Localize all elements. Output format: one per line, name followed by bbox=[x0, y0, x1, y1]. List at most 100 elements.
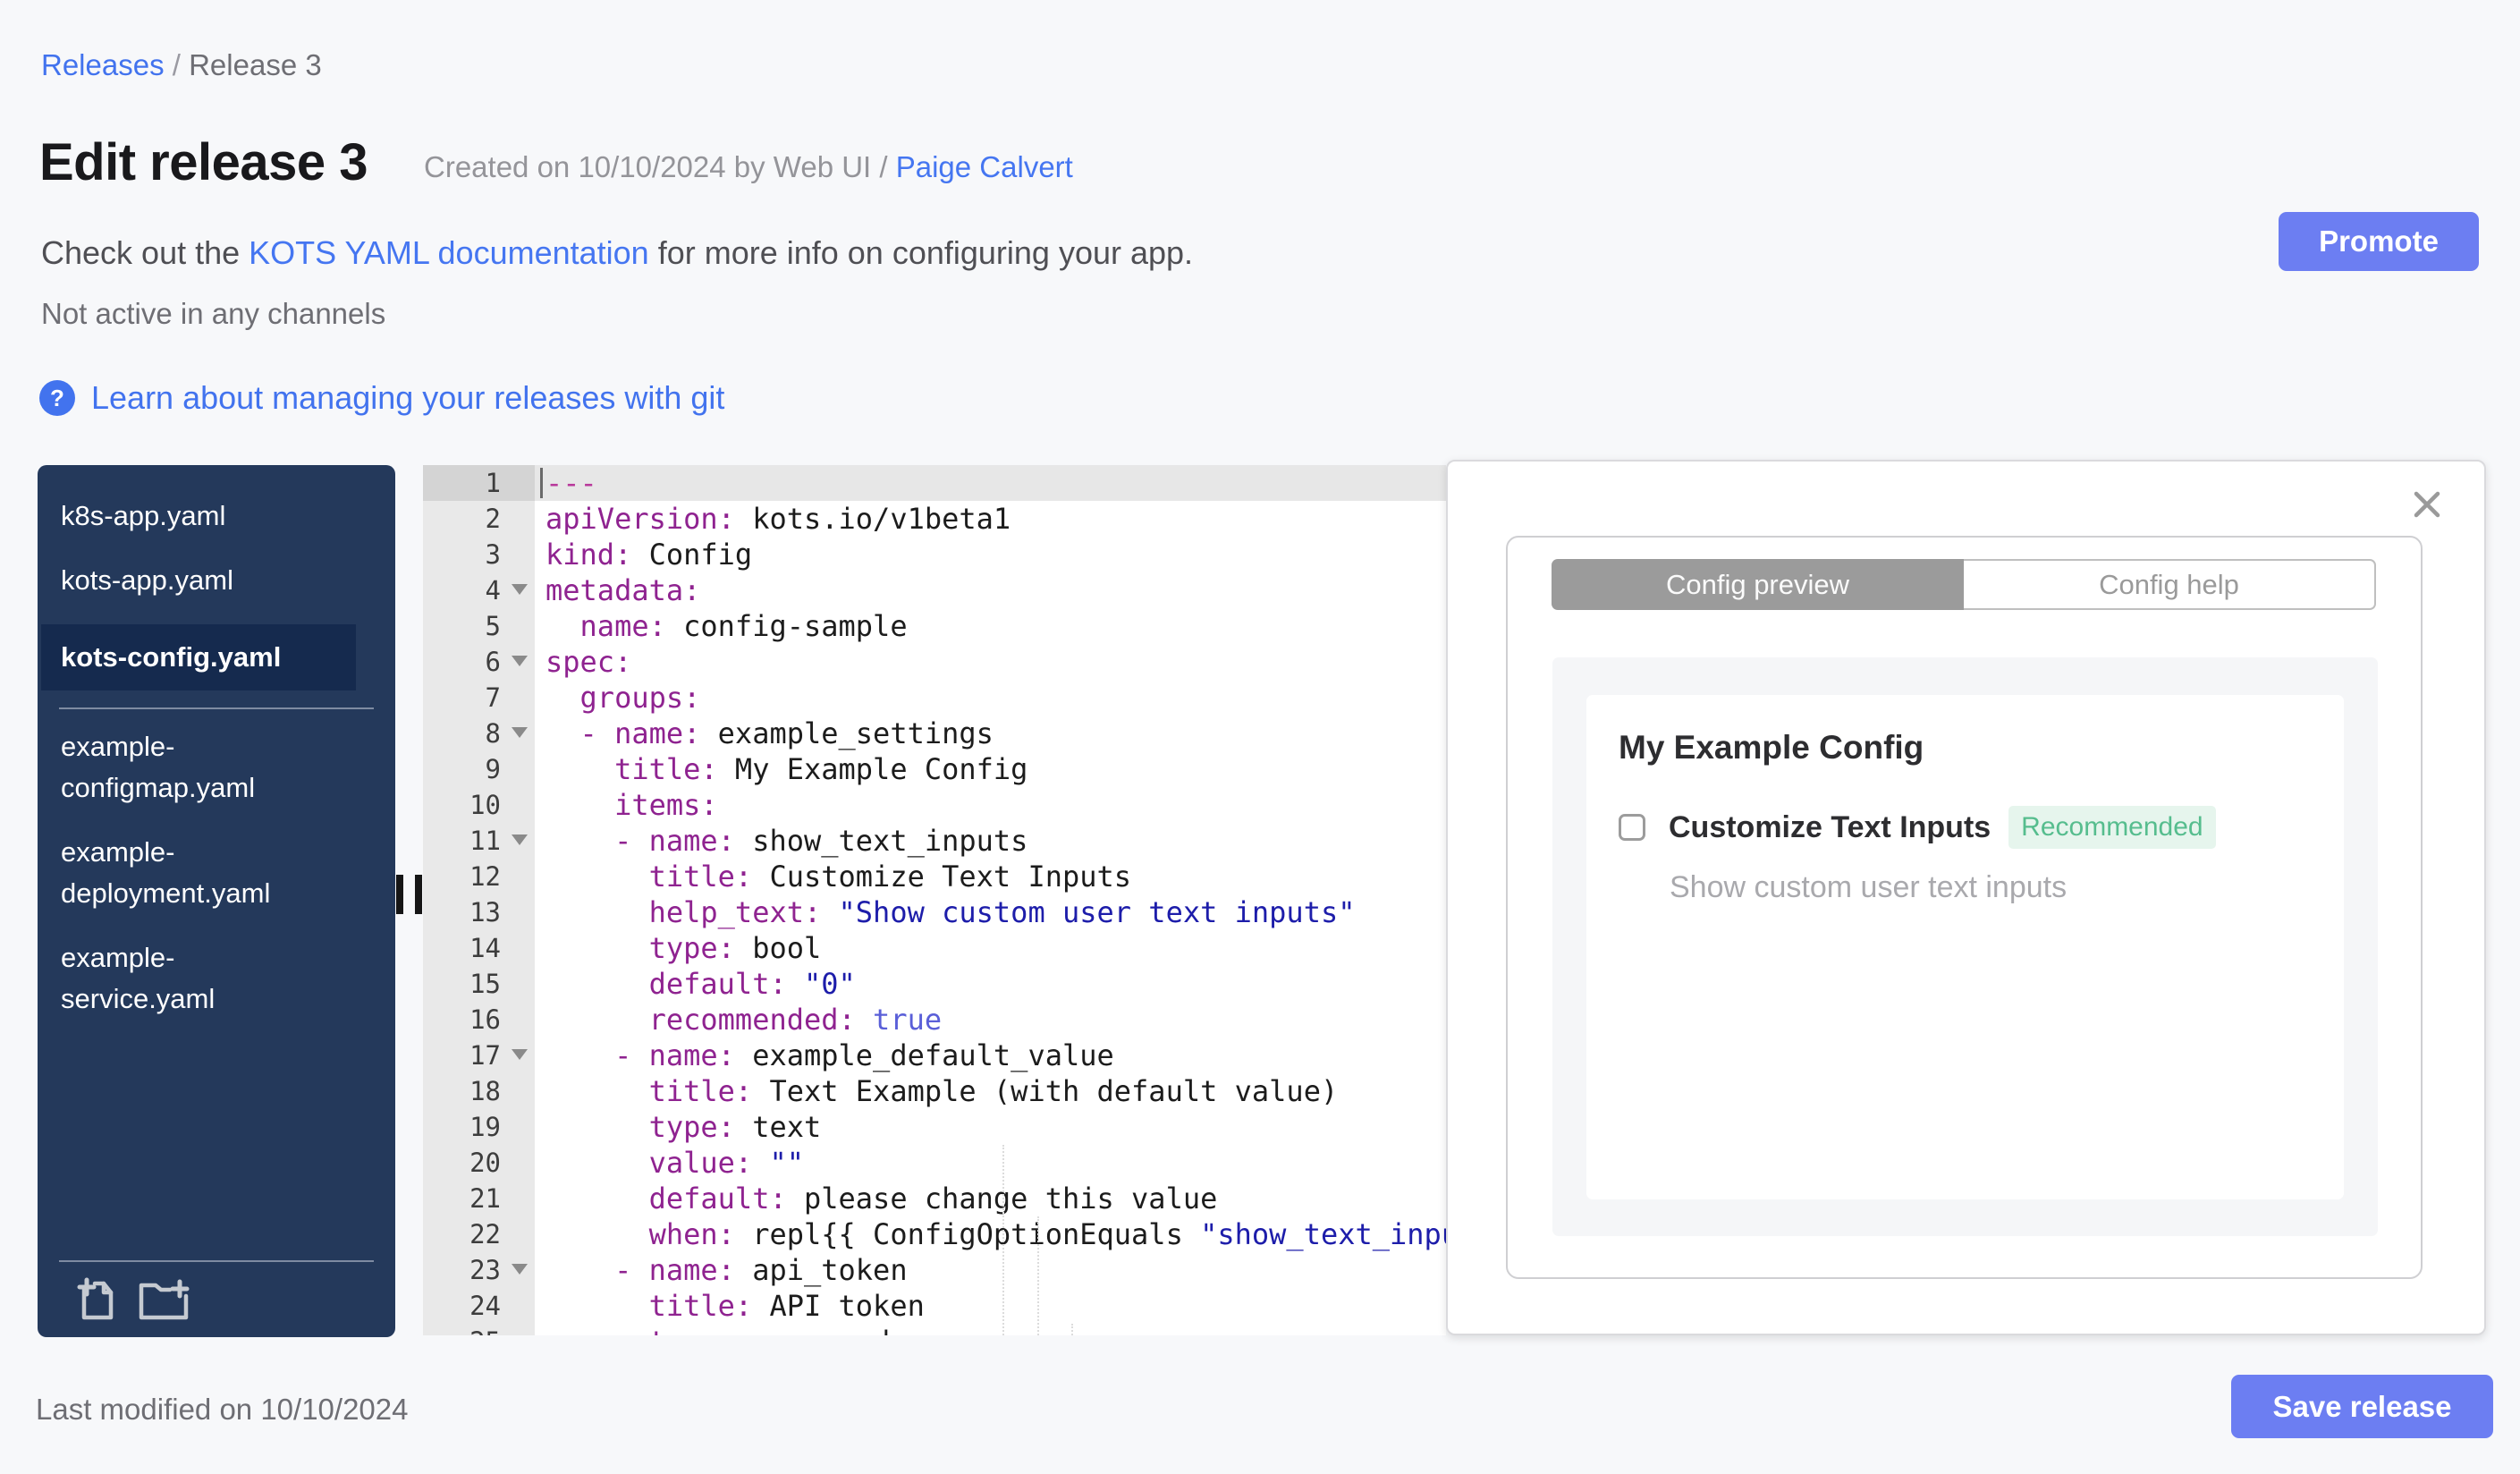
kots-yaml-doc-link[interactable]: KOTS YAML documentation bbox=[249, 234, 649, 271]
file-name-label: example-configmap.yaml bbox=[61, 731, 256, 803]
channel-status: Not active in any channels bbox=[41, 297, 386, 330]
code-text[interactable]: title: My Example Config bbox=[535, 751, 1446, 787]
save-release-button[interactable]: Save release bbox=[2231, 1375, 2493, 1438]
editor-line-20[interactable]: 20 value: "" bbox=[423, 1145, 1446, 1181]
code-text[interactable]: kind: Config bbox=[535, 537, 1446, 572]
sidebar-file-k8s-app.yaml[interactable]: k8s-app.yaml bbox=[38, 496, 338, 537]
tab-config-preview[interactable]: Config preview bbox=[1552, 559, 1964, 610]
new-file-icon[interactable] bbox=[77, 1276, 118, 1321]
preview-tab-bar: Config preview Config help bbox=[1552, 559, 2376, 610]
gutter-line-number: 14 bbox=[423, 930, 535, 966]
editor-line-3[interactable]: 3 kind: Config bbox=[423, 537, 1446, 572]
page-title: Edit release 3 bbox=[39, 133, 368, 191]
gutter-line-number: 20 bbox=[423, 1145, 535, 1181]
editor-line-19[interactable]: 19 type: text bbox=[423, 1109, 1446, 1145]
editor-line-11[interactable]: 11 - name: show_text_inputs bbox=[423, 823, 1446, 859]
config-item-row: Customize Text Inputs Recommended bbox=[1619, 806, 2312, 849]
editor-line-8[interactable]: 8 - name: example_settings bbox=[423, 716, 1446, 751]
gutter-line-number: 5 bbox=[423, 608, 535, 644]
new-folder-icon[interactable] bbox=[138, 1276, 191, 1321]
editor-line-4[interactable]: 4 metadata: bbox=[423, 572, 1446, 608]
gutter-line-number: 23 bbox=[423, 1252, 535, 1288]
editor-line-7[interactable]: 7 groups: bbox=[423, 680, 1446, 716]
editor-line-1[interactable]: 1 --- bbox=[423, 465, 1446, 501]
editor-line-5[interactable]: 5 name: config-sample bbox=[423, 608, 1446, 644]
editor-line-15[interactable]: 15 default: "0" bbox=[423, 966, 1446, 1002]
code-text[interactable]: title: API token bbox=[535, 1288, 1446, 1324]
fold-arrow-icon[interactable] bbox=[512, 1049, 528, 1060]
editor-line-25[interactable]: 25 type: password bbox=[423, 1324, 1446, 1335]
gutter-line-number: 17 bbox=[423, 1038, 535, 1073]
file-name-label: example-service.yaml bbox=[61, 942, 216, 1014]
code-text[interactable]: help_text: "Show custom user text inputs… bbox=[535, 894, 1446, 930]
editor-line-14[interactable]: 14 type: bool bbox=[423, 930, 1446, 966]
editor-line-17[interactable]: 17 - name: example_default_value bbox=[423, 1038, 1446, 1073]
code-text[interactable]: - name: example_default_value bbox=[535, 1038, 1446, 1073]
fold-arrow-icon[interactable] bbox=[512, 1264, 528, 1275]
editor-line-21[interactable]: 21 default: please change this value bbox=[423, 1181, 1446, 1216]
code-text[interactable]: type: password bbox=[535, 1324, 1446, 1335]
code-text[interactable]: - name: example_settings bbox=[535, 716, 1446, 751]
fold-arrow-icon[interactable] bbox=[512, 584, 528, 595]
editor-line-18[interactable]: 18 title: Text Example (with default val… bbox=[423, 1073, 1446, 1109]
sidebar-file-example-configmap.yaml[interactable]: example-configmap.yaml bbox=[38, 726, 338, 809]
code-text[interactable]: apiVersion: kots.io/v1beta1 bbox=[535, 501, 1446, 537]
editor-line-16[interactable]: 16 recommended: true bbox=[423, 1002, 1446, 1038]
code-text[interactable]: value: "" bbox=[535, 1145, 1446, 1181]
code-text[interactable]: default: "0" bbox=[535, 966, 1446, 1002]
code-text[interactable]: title: Text Example (with default value) bbox=[535, 1073, 1446, 1109]
editor-line-9[interactable]: 9 title: My Example Config bbox=[423, 751, 1446, 787]
promote-button[interactable]: Promote bbox=[2279, 212, 2479, 271]
author-link[interactable]: Paige Calvert bbox=[896, 150, 1073, 183]
code-text[interactable]: title: Customize Text Inputs bbox=[535, 859, 1446, 894]
gutter-line-number: 7 bbox=[423, 680, 535, 716]
code-text[interactable]: type: text bbox=[535, 1109, 1446, 1145]
editor-line-2[interactable]: 2 apiVersion: kots.io/v1beta1 bbox=[423, 501, 1446, 537]
editor-line-22[interactable]: 22 when: repl{{ ConfigOptionEquals "show… bbox=[423, 1216, 1446, 1252]
gutter-line-number: 12 bbox=[423, 859, 535, 894]
fold-arrow-icon[interactable] bbox=[512, 727, 528, 738]
close-icon[interactable] bbox=[2409, 487, 2445, 522]
code-text[interactable]: name: config-sample bbox=[535, 608, 1446, 644]
sidebar-file-kots-app.yaml[interactable]: kots-app.yaml bbox=[38, 560, 338, 601]
customize-text-inputs-checkbox[interactable] bbox=[1619, 814, 1645, 841]
code-text[interactable]: type: bool bbox=[535, 930, 1446, 966]
doc-hint-after: for more info on configuring your app. bbox=[648, 234, 1194, 271]
code-text[interactable]: groups: bbox=[535, 680, 1446, 716]
breadcrumb-releases-link[interactable]: Releases bbox=[41, 48, 165, 81]
sidebar-file-kots-config.yaml[interactable]: kots-config.yaml bbox=[41, 624, 356, 690]
recommended-badge: Recommended bbox=[2008, 806, 2216, 849]
sidebar-file-example-deployment.yaml[interactable]: example-deployment.yaml bbox=[38, 832, 338, 914]
last-modified-text: Last modified on 10/10/2024 bbox=[36, 1393, 409, 1426]
git-releases-link[interactable]: Learn about managing your releases with … bbox=[91, 379, 724, 417]
code-text[interactable]: items: bbox=[535, 787, 1446, 823]
created-meta: Created on 10/10/2024 by Web UI / Paige … bbox=[424, 150, 1073, 184]
editor-line-10[interactable]: 10 items: bbox=[423, 787, 1446, 823]
editor-line-6[interactable]: 6 spec: bbox=[423, 644, 1446, 680]
editor-line-12[interactable]: 12 title: Customize Text Inputs bbox=[423, 859, 1446, 894]
code-text[interactable]: when: repl{{ ConfigOptionEquals "show_te… bbox=[535, 1216, 1446, 1252]
tab-config-help[interactable]: Config help bbox=[1964, 559, 2376, 610]
code-text[interactable]: --- bbox=[535, 465, 1446, 501]
config-render-area: My Example Config Customize Text Inputs … bbox=[1552, 657, 2378, 1236]
sidebar-footer-divider bbox=[59, 1260, 374, 1262]
gutter-line-number: 13 bbox=[423, 894, 535, 930]
code-text[interactable]: default: please change this value bbox=[535, 1181, 1446, 1216]
file-name-label: example-deployment.yaml bbox=[61, 836, 271, 909]
code-text[interactable]: recommended: true bbox=[535, 1002, 1446, 1038]
code-text[interactable]: spec: bbox=[535, 644, 1446, 680]
git-help-row: ? Learn about managing your releases wit… bbox=[39, 379, 724, 417]
editor-line-23[interactable]: 23 - name: api_token bbox=[423, 1252, 1446, 1288]
config-group-title: My Example Config bbox=[1619, 729, 1924, 766]
code-text[interactable]: - name: show_text_inputs bbox=[535, 823, 1446, 859]
code-text[interactable]: - name: api_token bbox=[535, 1252, 1446, 1288]
editor-line-13[interactable]: 13 help_text: "Show custom user text inp… bbox=[423, 894, 1446, 930]
sidebar-resize-handle[interactable] bbox=[396, 875, 423, 914]
yaml-editor[interactable]: 1 --- 2 apiVersion: kots.io/v1beta1 3 kind: C… bbox=[423, 465, 1446, 1335]
fold-arrow-icon[interactable] bbox=[512, 656, 528, 666]
sidebar-file-example-service.yaml[interactable]: example-service.yaml bbox=[38, 937, 338, 1020]
breadcrumb-current: Release 3 bbox=[189, 48, 322, 81]
editor-line-24[interactable]: 24 title: API token bbox=[423, 1288, 1446, 1324]
fold-arrow-icon[interactable] bbox=[512, 834, 528, 845]
code-text[interactable]: metadata: bbox=[535, 572, 1446, 608]
